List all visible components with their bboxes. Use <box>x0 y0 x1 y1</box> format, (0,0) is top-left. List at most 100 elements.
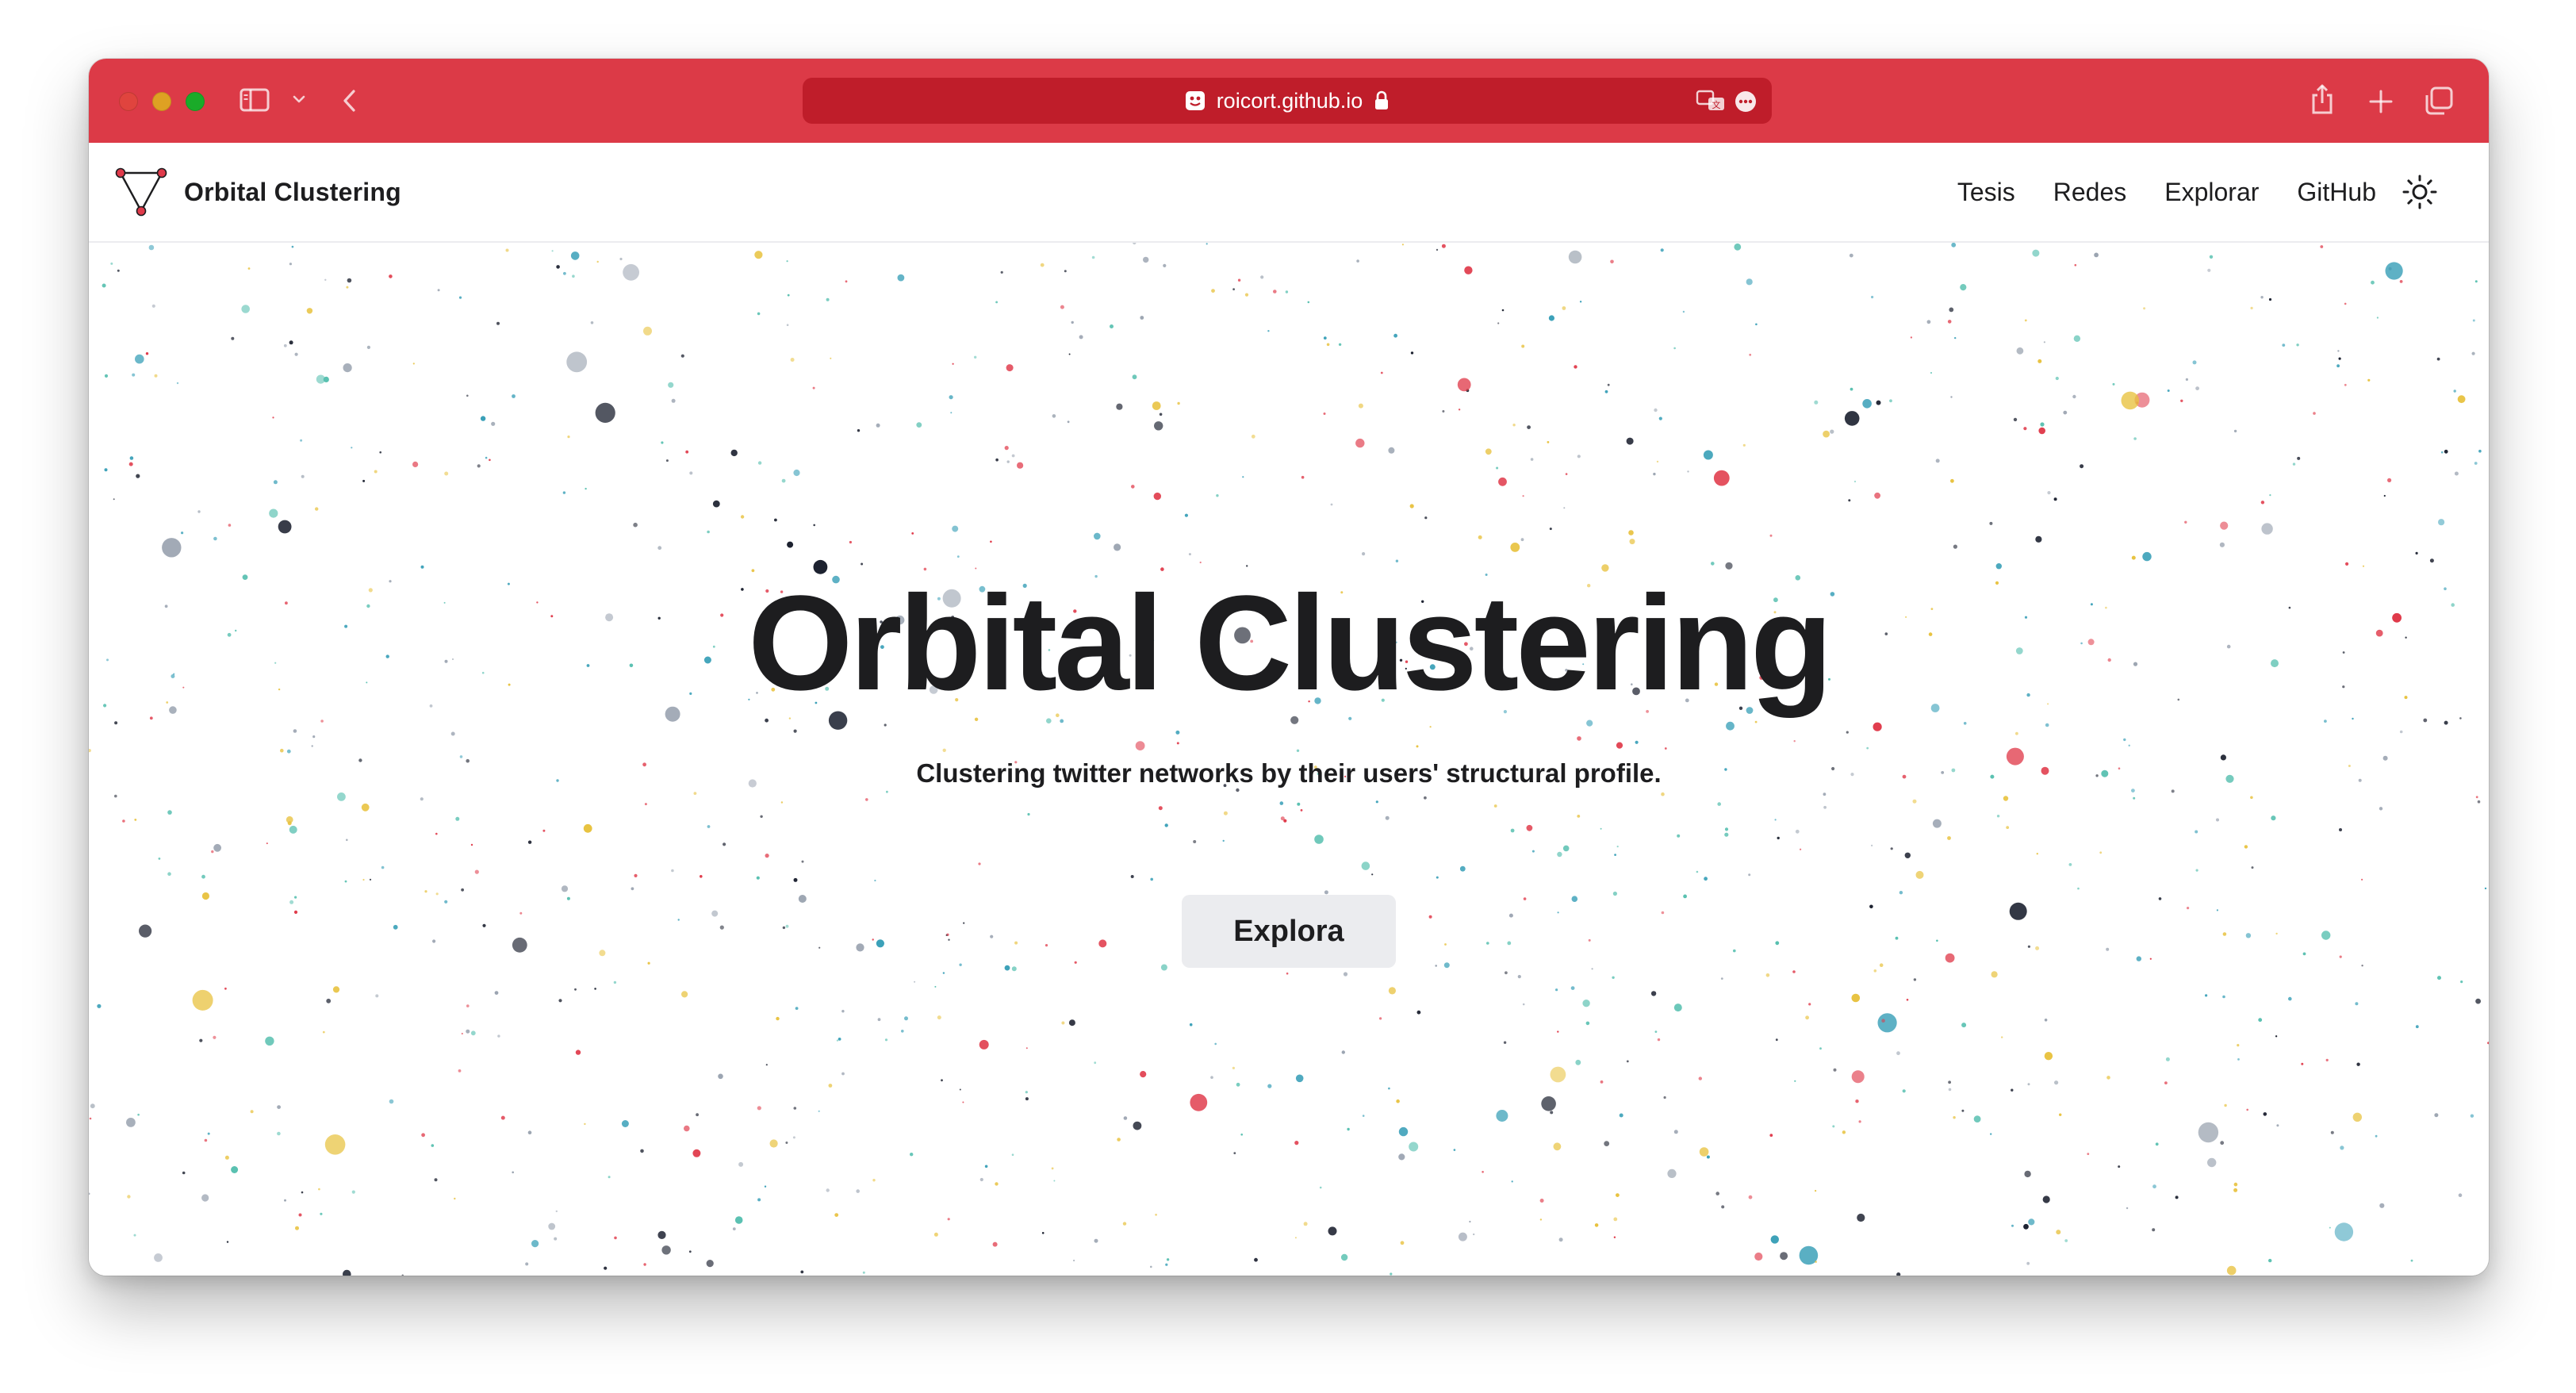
particle-dot <box>1027 812 1030 816</box>
particle-dot <box>995 301 998 304</box>
particle-dot <box>1733 949 1736 953</box>
particle-dot <box>412 363 415 365</box>
particle-dot <box>1508 913 1513 918</box>
particle-dot <box>1706 1155 1710 1159</box>
particle-dot <box>2330 1130 2334 1134</box>
particle-dot <box>1657 1038 1661 1042</box>
particle-dot <box>1989 521 1993 525</box>
particle-dot <box>2320 245 2324 248</box>
particle-dot <box>886 790 888 793</box>
translate-icon[interactable]: 文 <box>1696 89 1726 113</box>
particle-dot <box>201 892 209 900</box>
particle-dot <box>2074 263 2077 267</box>
particle-dot <box>1060 719 1064 723</box>
nav-link-redes[interactable]: Redes <box>2053 178 2127 207</box>
particle-dot <box>322 1030 325 1034</box>
particle-dot <box>374 470 378 474</box>
particle-dot <box>1251 434 1255 439</box>
particle-dot <box>2313 412 2316 415</box>
chevron-down-icon[interactable] <box>292 94 306 105</box>
particle-dot <box>1521 344 1525 348</box>
particle-dot <box>2026 1261 2030 1265</box>
particle-dot <box>1906 999 1909 1001</box>
particle-dot <box>1626 1060 1629 1063</box>
minimize-window-button[interactable] <box>152 92 171 111</box>
particle-dot <box>712 500 720 508</box>
particle-dot <box>551 250 554 252</box>
particle-dot <box>500 1115 505 1120</box>
particle-dot <box>1650 991 1657 996</box>
sidebar-icon[interactable] <box>240 87 270 113</box>
particle-dot <box>2094 252 2099 258</box>
particle-dot <box>1844 411 1860 426</box>
particle-dot <box>2271 815 2276 821</box>
particle-dot <box>1025 1097 1029 1101</box>
particle-dot <box>1673 1003 1682 1012</box>
particle-dot <box>181 531 184 535</box>
nav-link-tesis[interactable]: Tesis <box>1957 178 2015 207</box>
particle-dot <box>1793 740 1796 743</box>
particle-dot <box>1294 1237 1297 1239</box>
more-icon[interactable] <box>1734 90 1758 113</box>
particle-dot <box>1478 535 1482 539</box>
particle-dot <box>1130 875 1134 878</box>
brand-link[interactable]: Orbital Clustering <box>114 165 401 219</box>
particle-dot <box>1123 1116 1128 1120</box>
new-tab-icon[interactable] <box>2368 89 2394 114</box>
particle-dot <box>1913 978 1917 981</box>
particle-dot <box>320 1212 323 1215</box>
particle-dot <box>129 456 134 460</box>
explora-button[interactable]: Explora <box>1182 895 1396 968</box>
particle-dot <box>990 540 992 543</box>
particle-dot <box>90 1103 95 1109</box>
particle-dot <box>2375 1134 2378 1138</box>
address-bar[interactable]: roicort.github.io 文 <box>803 78 1772 124</box>
particle-dot <box>1780 1252 1788 1261</box>
share-icon[interactable] <box>2310 83 2335 116</box>
particle-dot <box>1068 1019 1075 1027</box>
particle-dot <box>1091 255 1095 259</box>
particle-dot <box>2195 869 2198 872</box>
particle-dot <box>2344 383 2347 386</box>
particle-dot <box>1110 324 1114 328</box>
particle-dot <box>1527 425 1531 429</box>
theme-toggle-button[interactable] <box>2400 172 2440 212</box>
particle-dot <box>231 336 235 340</box>
particle-dot <box>1064 270 1067 273</box>
nav-link-github[interactable]: GitHub <box>2297 178 2376 207</box>
particle-dot <box>1355 438 1365 448</box>
tab-overview-icon[interactable] <box>2424 86 2454 116</box>
particle-dot <box>684 1125 690 1132</box>
particle-dot <box>2237 1044 2240 1047</box>
particle-dot <box>151 304 155 308</box>
particle-dot <box>444 471 449 476</box>
particle-dot <box>1236 1082 1240 1087</box>
particle-dot <box>2292 462 2296 466</box>
nav-link-explorar[interactable]: Explorar <box>2164 178 2259 207</box>
particle-dot <box>2371 280 2375 285</box>
particle-dot <box>574 988 577 991</box>
particle-dot <box>2073 335 2081 342</box>
particle-dot <box>2474 462 2478 465</box>
particle-dot <box>2055 376 2059 381</box>
particle-dot <box>769 1139 778 1148</box>
particle-dot <box>1748 873 1751 877</box>
particle-dot <box>2164 1081 2168 1084</box>
zoom-window-button[interactable] <box>186 92 205 111</box>
particle-dot <box>1222 839 1225 842</box>
particle-dot <box>764 1185 767 1188</box>
particle-dot <box>567 436 570 439</box>
particle-dot <box>1579 301 1582 303</box>
particle-dot <box>2219 542 2225 547</box>
particle-dot <box>1947 836 1951 840</box>
close-window-button[interactable] <box>119 92 138 111</box>
particle-dot <box>2478 449 2482 453</box>
particle-dot <box>542 829 546 832</box>
particle-dot <box>2180 399 2183 402</box>
particle-dot <box>1996 815 2000 818</box>
particle-dot <box>2118 1165 2121 1169</box>
back-arrow-icon[interactable] <box>341 87 358 114</box>
particle-dot <box>952 363 954 365</box>
particle-dot <box>1698 1076 1702 1080</box>
particle-dot <box>1857 1213 1865 1222</box>
